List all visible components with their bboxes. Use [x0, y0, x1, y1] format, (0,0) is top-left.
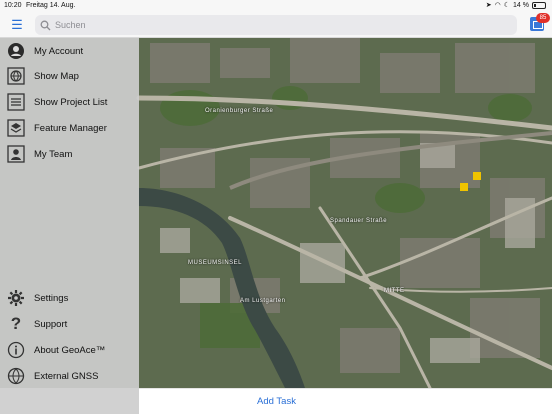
- search-input[interactable]: [55, 20, 495, 30]
- sidebar-item-label: Show Project List: [34, 96, 108, 108]
- moon-icon: ☾: [503, 2, 511, 9]
- layers-icon: [7, 119, 25, 137]
- battery-icon: [532, 1, 546, 9]
- question-icon: ?: [10, 314, 22, 333]
- search-icon: [40, 20, 51, 31]
- battery-percent: 14 %: [513, 1, 529, 9]
- person-icon: [7, 145, 25, 163]
- sidebar-item-show-project-list[interactable]: Show Project List: [0, 90, 139, 114]
- account-icon: [7, 42, 25, 60]
- sidebar-item-about[interactable]: About GeoAce™: [0, 338, 139, 362]
- sidebar-item-my-team[interactable]: My Team: [0, 142, 139, 166]
- globe-icon: [7, 67, 25, 85]
- top-bar: ☰ 85: [0, 12, 552, 38]
- sidebar-item-label: Support: [34, 318, 68, 330]
- search-bar[interactable]: [35, 15, 517, 35]
- sidebar-item-label: Feature Manager: [34, 122, 107, 134]
- hamburger-menu-icon[interactable]: ☰: [10, 18, 24, 32]
- sidebar-item-label: My Team: [34, 148, 73, 160]
- status-time: 10:20: [4, 2, 22, 9]
- map-label-district: MUSEUMSINSEL: [188, 260, 243, 266]
- notification-badge: 85: [536, 13, 550, 23]
- status-right: ➤ ◠ ☾ 14 %: [486, 1, 546, 9]
- add-task-button[interactable]: Add Task: [139, 396, 414, 407]
- sidebar-item-label: Settings: [34, 292, 69, 304]
- info-icon: [7, 341, 25, 359]
- sidebar-item-label: External GNSS: [34, 370, 99, 382]
- map-label-street: Am Lustgarten: [240, 298, 286, 304]
- map-label-street: Oranienburger Straße: [205, 108, 274, 114]
- sidebar-item-show-map[interactable]: Show Map: [0, 64, 139, 88]
- status-date: Freitag 14. Aug.: [26, 2, 76, 9]
- sidebar-item-external-gnss[interactable]: External GNSS: [0, 364, 139, 388]
- sidebar-item-my-account[interactable]: My Account: [0, 39, 139, 63]
- wifi-icon: ◠: [494, 2, 501, 9]
- map-label-district: MITTE: [384, 288, 405, 294]
- location-icon: ➤: [485, 2, 492, 9]
- sidebar-item-label: Show Map: [34, 70, 79, 82]
- satellite-icon: [7, 367, 25, 385]
- sidebar-item-feature-manager[interactable]: Feature Manager: [0, 116, 139, 140]
- sidebar-item-label: About GeoAce™: [34, 344, 106, 356]
- map-label-street: Spandauer Straße: [330, 218, 388, 224]
- sidebar-item-support[interactable]: ? Support: [0, 312, 139, 336]
- sidebar-item-settings[interactable]: Settings: [0, 286, 139, 310]
- sidebar-item-label: My Account: [34, 45, 84, 57]
- list-icon: [7, 93, 25, 111]
- bottom-toolbar: Add Task: [139, 388, 552, 414]
- gear-icon: [7, 289, 25, 307]
- notifications-button[interactable]: 85: [530, 13, 550, 31]
- sidebar-menu: My Account Show Map Show Project List Fe…: [0, 38, 139, 414]
- status-bar: 10:20 Freitag 14. Aug. ➤ ◠ ☾ 14 %: [0, 0, 552, 12]
